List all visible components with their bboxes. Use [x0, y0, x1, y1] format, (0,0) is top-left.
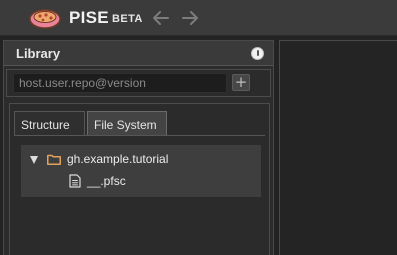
- library-header: Library: [4, 41, 273, 66]
- app-name: PISE: [69, 8, 109, 27]
- library-tabs: Structure File System gh.example.tutoria…: [9, 103, 270, 255]
- pise-logo-icon: [29, 9, 61, 29]
- add-repo-button[interactable]: +: [232, 74, 250, 91]
- library-title: Library: [16, 46, 61, 61]
- tree-node-root[interactable]: gh.example.tutorial: [21, 148, 261, 170]
- editor-area[interactable]: [279, 40, 397, 255]
- folder-icon: [47, 154, 61, 165]
- top-bar: PISE BETA: [0, 0, 397, 36]
- repo-search-row: +: [6, 69, 271, 97]
- repo-search-input[interactable]: [13, 73, 227, 93]
- library-panel: Library + Structure File System gh.examp…: [3, 40, 274, 255]
- tree-node-file[interactable]: __.pfsc: [21, 170, 261, 192]
- info-icon[interactable]: [251, 47, 264, 60]
- file-icon: [69, 174, 81, 188]
- tree-node-label: __.pfsc: [87, 174, 126, 188]
- arrow-right-icon[interactable]: [181, 10, 199, 26]
- file-system-view: gh.example.tutorial __.pfsc: [14, 135, 265, 255]
- tab-structure[interactable]: Structure: [14, 111, 85, 136]
- file-tree: gh.example.tutorial __.pfsc: [21, 145, 261, 197]
- beta-badge: BETA: [112, 13, 143, 25]
- tab-file-system[interactable]: File System: [87, 111, 167, 136]
- caret-down-icon[interactable]: [30, 156, 38, 164]
- arrow-left-icon[interactable]: [152, 10, 170, 26]
- tree-node-label: gh.example.tutorial: [67, 152, 169, 166]
